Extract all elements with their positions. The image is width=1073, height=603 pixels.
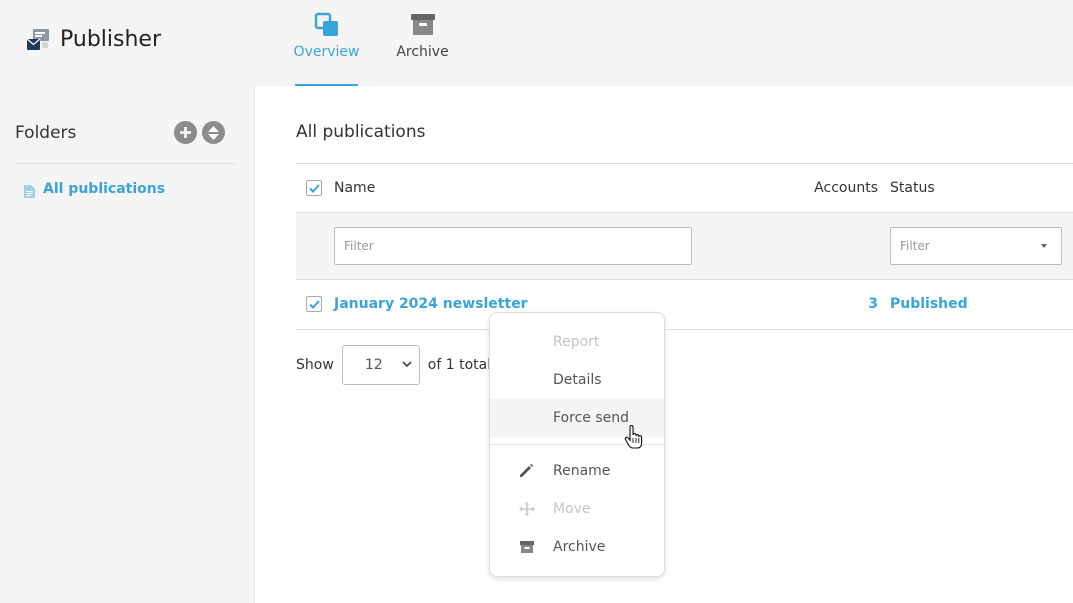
chevron-down-icon: [402, 361, 412, 368]
sort-folders-button[interactable]: [202, 121, 225, 144]
menu-item-label: Details: [553, 372, 602, 388]
menu-divider: [490, 444, 664, 445]
brand: Publisher: [25, 26, 161, 52]
app-header: Publisher Overview Archive: [0, 0, 1073, 86]
pencil-icon: [519, 464, 535, 478]
menu-item-report[interactable]: Report: [490, 323, 664, 361]
app-title: Publisher: [60, 26, 161, 52]
row-checkbox[interactable]: [306, 296, 322, 312]
page-title: All publications: [296, 122, 426, 142]
archive-box-icon: [519, 540, 535, 554]
tab-archive[interactable]: Archive: [396, 12, 449, 86]
caret-down-icon: [1041, 244, 1047, 248]
menu-item-details[interactable]: Details: [490, 361, 664, 399]
pagination: Show 12 of 1 total e: [296, 345, 504, 385]
sidebar-item-all-publications[interactable]: All publications: [24, 181, 166, 198]
column-header-status[interactable]: Status: [890, 180, 935, 196]
tab-archive-label: Archive: [396, 44, 449, 60]
column-header-accounts[interactable]: Accounts: [814, 180, 878, 196]
table-filter-row: Filter Filter: [296, 213, 1073, 280]
row-context-menu: Report Details Force send Rename Move Ar…: [489, 312, 665, 577]
archive-box-icon: [410, 12, 436, 38]
sidebar-item-label: All publications: [43, 181, 166, 197]
sidebar-divider: [15, 163, 235, 164]
column-header-name[interactable]: Name: [334, 180, 375, 196]
menu-item-label: Move: [553, 501, 591, 517]
sort-icon: [208, 125, 219, 140]
menu-item-label: Archive: [553, 539, 606, 555]
menu-item-label: Force send: [553, 410, 629, 426]
document-icon: [24, 183, 35, 198]
publications-table: Name Accounts Status Filter Filter Janua…: [296, 163, 1073, 330]
menu-item-archive[interactable]: Archive: [490, 528, 664, 566]
menu-item-move[interactable]: Move: [490, 490, 664, 528]
table-header-row: Name Accounts Status: [296, 163, 1073, 213]
table-row[interactable]: January 2024 newsletter 3 Published: [296, 280, 1073, 330]
check-icon: [308, 183, 320, 193]
folders-title: Folders: [15, 123, 77, 143]
menu-item-force-send[interactable]: Force send: [490, 399, 664, 437]
tab-overview[interactable]: Overview: [293, 12, 360, 86]
plus-icon: [180, 127, 191, 138]
name-filter-input[interactable]: Filter: [334, 227, 692, 265]
move-arrows-icon: [519, 502, 535, 516]
status-label: Published: [890, 296, 968, 312]
folders-sidebar: Folders All publications: [0, 86, 254, 603]
status-filter-select[interactable]: Filter: [890, 227, 1062, 265]
status-filter-placeholder: Filter: [900, 239, 930, 253]
menu-item-rename[interactable]: Rename: [490, 452, 664, 490]
select-all-checkbox[interactable]: [306, 180, 322, 196]
overview-icon: [314, 12, 340, 38]
tab-overview-label: Overview: [293, 44, 360, 60]
show-label: Show: [296, 357, 334, 373]
menu-item-label: Rename: [553, 463, 611, 479]
add-folder-button[interactable]: [174, 121, 197, 144]
publication-name-link[interactable]: January 2024 newsletter: [334, 296, 528, 312]
check-icon: [308, 299, 320, 309]
menu-item-label: Report: [553, 334, 600, 350]
page-size-value: 12: [364, 357, 383, 373]
accounts-count-link[interactable]: 3: [868, 296, 878, 312]
publisher-icon: [25, 26, 51, 52]
page-size-select[interactable]: 12: [341, 345, 420, 385]
